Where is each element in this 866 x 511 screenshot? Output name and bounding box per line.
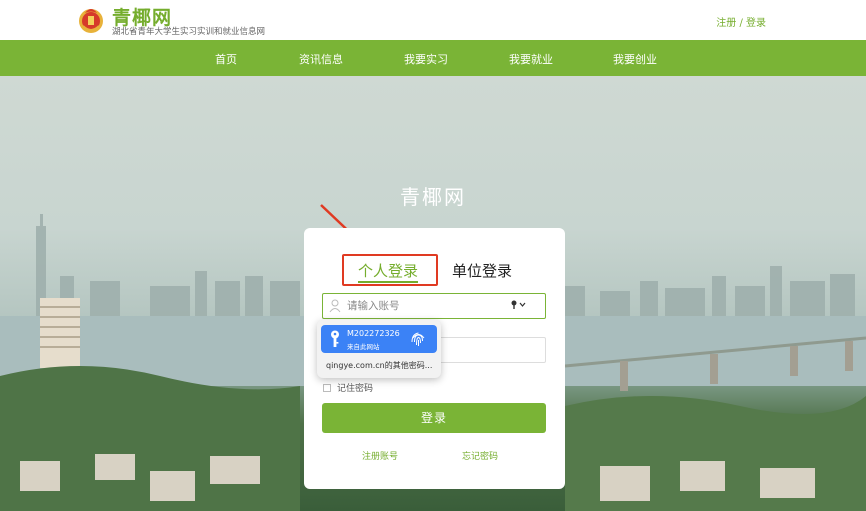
fingerprint-icon (411, 332, 425, 346)
site-subtitle: 湖北省青年大学生实习实训和就业信息网 (112, 27, 266, 37)
logo-emblem-icon (79, 9, 103, 33)
active-tab-underline (358, 281, 418, 283)
remember-label: 记住密码 (337, 384, 374, 394)
register-login-link[interactable]: 注册 / 登录 (716, 14, 766, 29)
nav-item-startup[interactable]: 我要创业 (613, 51, 657, 67)
main-nav: 首页 资讯信息 我要实习 我要就业 我要创业 (0, 40, 866, 76)
autofill-suggestion[interactable]: M202272326 来自此网站 (321, 325, 437, 353)
remember-checkbox[interactable] (323, 384, 331, 392)
tab-personal-label: 个人登录 (358, 262, 419, 280)
remember-password[interactable]: 记住密码 (323, 381, 373, 394)
autofill-popup: M202272326 来自此网站 qingye.com.cn的其他密码... (317, 320, 441, 378)
key-icon (331, 330, 339, 347)
nav-item-employment[interactable]: 我要就业 (509, 51, 553, 67)
autofill-source: 来自此网站 (347, 343, 380, 351)
account-field[interactable] (322, 293, 546, 319)
key-icon (511, 300, 526, 309)
top-header: 青椰网 湖北省青年大学生实习实训和就业信息网 注册 / 登录 (0, 0, 866, 40)
autofill-account: M202272326 (347, 329, 400, 338)
hero-title: 青椰网 (400, 185, 466, 209)
nav-item-home[interactable]: 首页 (215, 51, 237, 67)
tab-company-login[interactable]: 单位登录 (452, 260, 512, 281)
other-passwords-link[interactable]: qingye.com.cn的其他密码... (326, 360, 432, 371)
login-button[interactable]: 登录 (322, 403, 546, 433)
tab-personal-login[interactable]: 个人登录 (342, 254, 438, 286)
account-input[interactable] (347, 297, 507, 315)
forgot-password-link[interactable]: 忘记密码 (462, 449, 498, 462)
nav-item-news[interactable]: 资讯信息 (299, 51, 343, 67)
nav-item-internship[interactable]: 我要实习 (404, 51, 448, 67)
password-key-dropdown[interactable] (511, 300, 527, 313)
user-icon (329, 299, 341, 313)
register-account-link[interactable]: 注册账号 (362, 449, 398, 462)
